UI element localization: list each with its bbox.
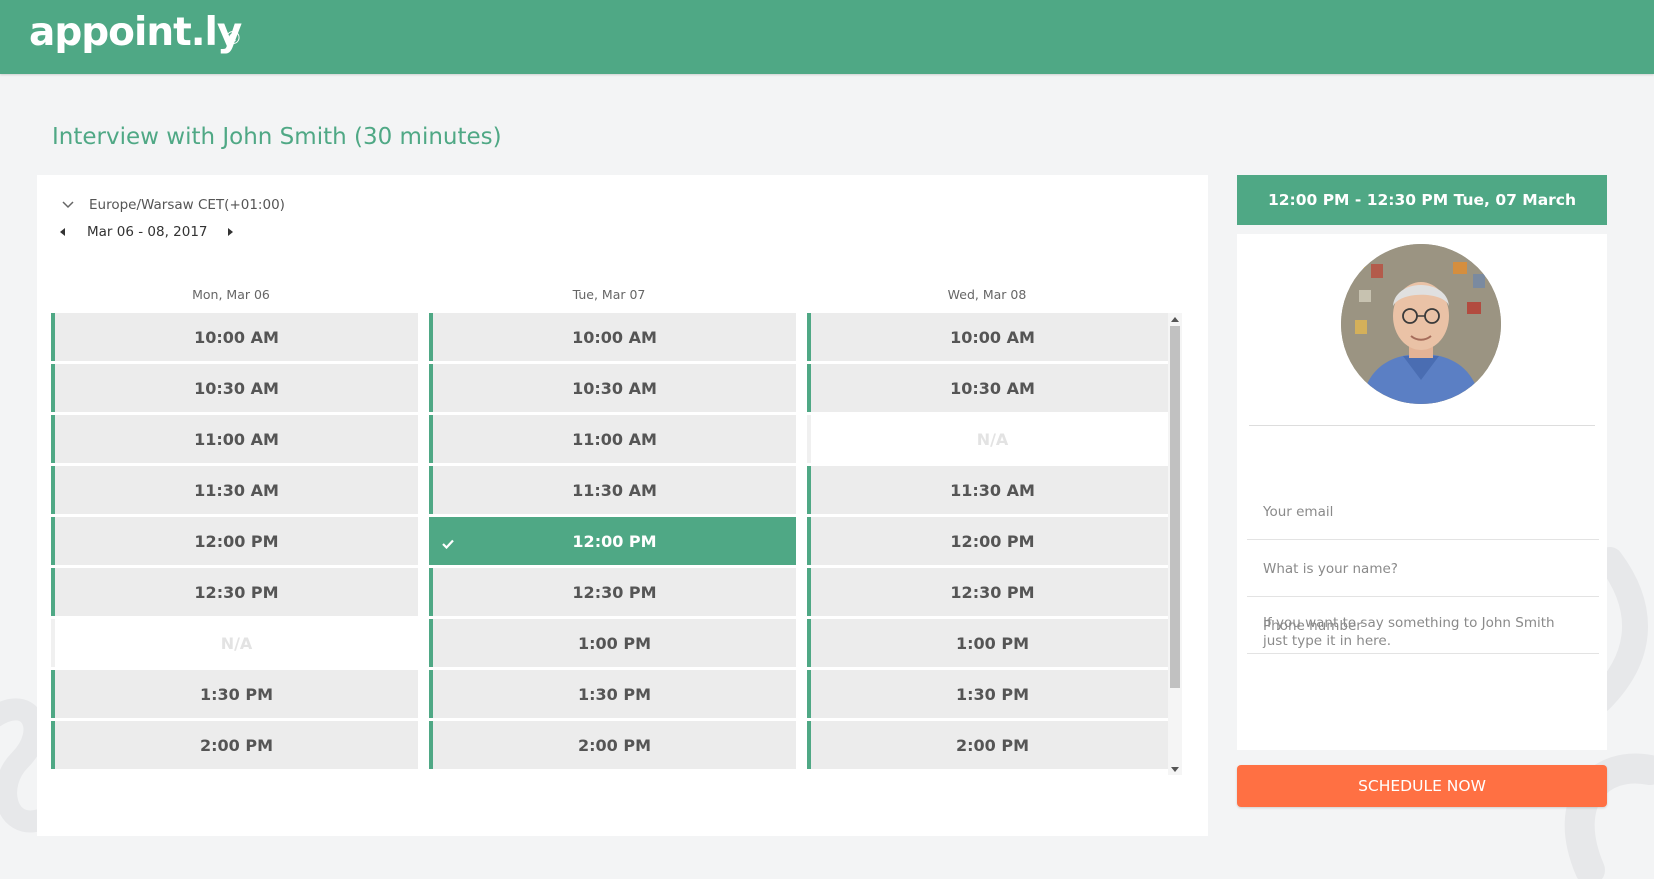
time-slot[interactable]: 2:00 PM [429,721,796,769]
timezone-label: Europe/Warsaw CET(+01:00) [89,197,285,213]
time-slot-label: 2:00 PM [199,735,273,755]
scrollbar-thumb[interactable] [1170,326,1180,688]
time-slot-selected[interactable]: 12:00 PM [429,517,796,565]
time-slot[interactable]: 2:00 PM [51,721,418,769]
time-slot-label: 12:30 PM [950,582,1035,602]
time-slot[interactable]: 11:30 AM [429,466,796,514]
time-slot-label: 1:30 PM [199,684,273,704]
time-slot-label: 12:00 PM [950,531,1035,551]
name-field[interactable] [1247,560,1599,577]
time-slot-label: 10:00 AM [572,327,657,347]
copyright-mark: © [224,28,242,49]
time-slot-label: 12:00 PM [194,531,279,551]
name-field-wrapper [1247,541,1599,597]
time-slot[interactable]: 10:00 AM [51,313,418,361]
time-slot-label: 12:00 PM [572,531,657,551]
time-slot-label: 10:30 AM [950,378,1035,398]
avatar-divider [1249,425,1595,426]
date-range: Mar 06 - 08, 2017 [87,224,208,240]
app-header: appoint.ly © [0,0,1654,74]
time-slot-label: 12:30 PM [194,582,279,602]
scroll-up-arrow-icon[interactable] [1168,313,1182,325]
time-slot-label: 1:00 PM [955,633,1029,653]
time-slot[interactable]: 10:30 AM [51,364,418,412]
timezone-selector[interactable]: Europe/Warsaw CET(+01:00) [57,197,285,213]
time-slot[interactable]: 2:00 PM [807,721,1174,769]
time-slot[interactable]: 10:30 AM [429,364,796,412]
time-slot-label: 10:00 AM [950,327,1035,347]
caret-right-icon[interactable] [224,226,236,238]
time-slot[interactable]: 1:00 PM [429,619,796,667]
slot-scrollbar[interactable] [1168,313,1182,775]
day-header-mon: Mon, Mar 06 [192,287,270,302]
time-slot-label: 10:30 AM [572,378,657,398]
time-slot[interactable]: 1:30 PM [429,670,796,718]
date-navigator: Mar 06 - 08, 2017 [57,224,236,240]
time-slot-label: 1:30 PM [955,684,1029,704]
time-slot[interactable]: 12:00 PM [807,517,1174,565]
time-slot[interactable]: 12:30 PM [807,568,1174,616]
time-slot[interactable]: 1:30 PM [51,670,418,718]
time-slot-label: 10:30 AM [194,378,279,398]
time-slot[interactable]: 11:30 AM [807,466,1174,514]
time-slot[interactable]: 12:30 PM [51,568,418,616]
time-slot[interactable]: 12:00 PM [51,517,418,565]
scroll-down-arrow-icon[interactable] [1168,763,1182,775]
time-slot[interactable]: 1:00 PM [807,619,1174,667]
time-slot-label: 11:30 AM [572,480,657,500]
time-slot-label: 2:00 PM [577,735,651,755]
email-field-wrapper [1247,484,1599,540]
time-slot-label: 11:30 AM [950,480,1035,500]
time-slot-label: 11:00 AM [194,429,279,449]
check-icon [442,534,456,550]
time-slot-label: 1:00 PM [577,633,651,653]
selected-slot-summary: 12:00 PM - 12:30 PM Tue, 07 March [1237,175,1607,225]
time-slot-label: 12:30 PM [572,582,657,602]
time-slot[interactable]: 10:00 AM [429,313,796,361]
booking-form [1237,234,1607,750]
app-logo[interactable]: appoint.ly [29,10,242,55]
slot-column-0: 10:00 AM 10:30 AM 11:00 AM 11:30 AM 12:00 PM… [51,313,423,775]
time-slot-label: N/A [220,633,253,653]
time-slot-label: 11:00 AM [572,429,657,449]
time-slot[interactable]: 1:30 PM [807,670,1174,718]
time-slot[interactable]: 12:30 PM [429,568,796,616]
page-title: Interview with John Smith (30 minutes) [52,124,502,150]
time-slot-label: 10:00 AM [194,327,279,347]
time-slot[interactable]: 11:00 AM [51,415,418,463]
day-header-tue: Tue, Mar 07 [572,287,646,302]
time-slot[interactable]: 11:00 AM [429,415,796,463]
day-header-wed: Wed, Mar 08 [947,287,1027,302]
time-slot-label: 2:00 PM [955,735,1029,755]
time-slot-unavailable: N/A [51,619,418,667]
slot-column-1: 10:00 AM 10:30 AM 11:00 AM 11:30 AM 12:00 PM… [429,313,801,775]
message-field[interactable] [1247,614,1599,734]
slot-column-2: 10:00 AM 10:30 AM N/A 11:30 AM 12:00 PM 12:30… [807,313,1179,775]
time-slot[interactable]: 11:30 AM [51,466,418,514]
time-slot[interactable]: 10:00 AM [807,313,1174,361]
time-slot-label: 1:30 PM [577,684,651,704]
caret-left-icon[interactable] [57,226,69,238]
schedule-now-button[interactable]: SCHEDULE NOW [1237,765,1607,807]
host-avatar [1341,244,1501,404]
time-slot[interactable]: 10:30 AM [807,364,1174,412]
chevron-down-icon[interactable] [57,198,79,212]
calendar-panel: Europe/Warsaw CET(+01:00) Mar 06 - 08, 2… [37,175,1208,836]
time-slot-unavailable: N/A [807,415,1174,463]
time-slot-grid: 10:00 AM 10:30 AM 11:00 AM 11:30 AM 12:00 PM… [51,313,1182,775]
email-field[interactable] [1247,503,1599,520]
time-slot-label: N/A [976,429,1009,449]
time-slot-label: 11:30 AM [194,480,279,500]
